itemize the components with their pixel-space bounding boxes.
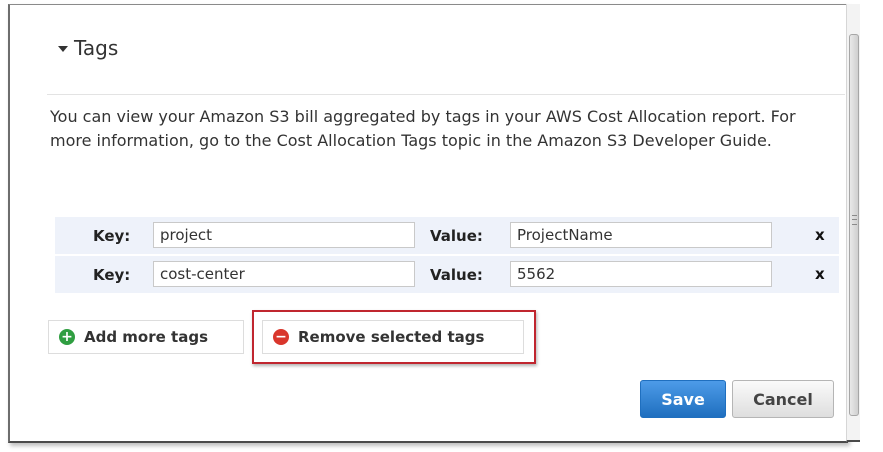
tag-row: Key: cost-center Value: 5562 x [55,256,839,294]
value-label: Value: [430,227,483,245]
remove-selected-tags-button[interactable]: − Remove selected tags [262,320,524,354]
remove-selected-tags-label: Remove selected tags [298,328,485,346]
value-label: Value: [430,266,483,284]
key-label: Key: [93,227,131,245]
cancel-button[interactable]: Cancel [732,380,834,418]
section-title: Tags [74,36,119,60]
tag-row: Key: project Value: ProjectName x [55,217,839,255]
tags-section-toggle[interactable]: Tags [58,36,118,60]
scrollbar-grip-icon [852,215,857,225]
section-description: You can view your Amazon S3 bill aggrega… [50,107,796,150]
minus-circle-icon: − [273,329,289,345]
tags-table: Key: project Value: ProjectName x Key: c… [55,217,839,294]
plus-circle-icon: + [59,329,75,345]
key-label: Key: [93,266,131,284]
tag-value-input[interactable]: 5562 [510,261,772,287]
vertical-scrollbar[interactable] [846,4,860,442]
save-button[interactable]: Save [640,380,726,418]
tag-key-input[interactable]: cost-center [153,261,415,287]
triangle-down-icon [58,46,68,52]
add-more-tags-label: Add more tags [84,328,208,346]
section-divider [47,94,845,95]
tag-key-input[interactable]: project [153,222,415,248]
scrollbar-thumb[interactable] [849,34,859,416]
tag-value-input[interactable]: ProjectName [510,222,772,248]
add-more-tags-button[interactable]: + Add more tags [48,320,244,354]
remove-tag-button[interactable]: x [815,265,825,283]
remove-tag-button[interactable]: x [815,226,825,244]
